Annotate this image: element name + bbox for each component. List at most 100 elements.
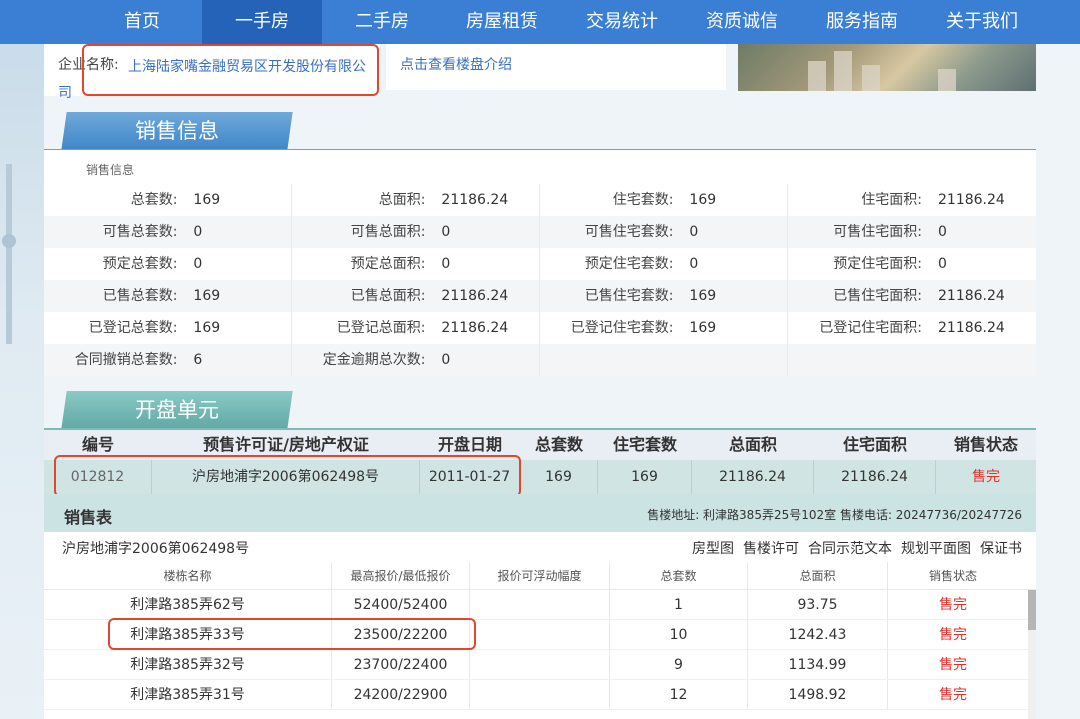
units-tab[interactable]: 开盘单元 — [61, 391, 293, 429]
info-key: 已售住宅面积: — [833, 288, 922, 304]
guarantee-link[interactable]: 保证书 — [980, 538, 1022, 558]
building-name[interactable]: 利津路385弄62号 — [44, 590, 332, 619]
building-name[interactable]: 利津路385弄31号 — [44, 680, 332, 709]
info-cell: 已售总面积: 21186.24 — [292, 280, 540, 312]
info-value — [938, 344, 1036, 376]
info-value: 21186.24 — [938, 288, 1005, 304]
sales-address: 售楼地址: 利津路385弄25号102室 售楼电话: 20247736/2024… — [647, 508, 1022, 522]
info-key — [540, 344, 689, 376]
info-key: 可售住宅面积: — [833, 224, 922, 240]
info-key: 已售总套数: — [102, 288, 178, 304]
project-intro-link[interactable]: 点击查看楼盘介绍 — [400, 54, 512, 74]
sales-permit-link[interactable]: 售楼许可 — [743, 538, 799, 558]
site-plan-link[interactable]: 规划平面图 — [901, 538, 971, 558]
unit-status: 售完 — [972, 469, 1000, 485]
nav-about[interactable]: 关于我们 — [922, 0, 1042, 44]
photo-building — [938, 69, 956, 91]
price-float — [470, 650, 610, 679]
info-cell: 已登记总套数: 169 — [44, 312, 292, 344]
sales-table-header: 销售表 售楼地址: 利津路385弄25号102室 售楼电话: 20247736/… — [44, 494, 1036, 532]
info-value: 21186.24 — [938, 192, 1005, 208]
info-value: 0 — [938, 224, 947, 240]
tower-silhouette — [6, 164, 12, 344]
info-row: 总套数: 169 总面积: 21186.24 住宅套数: 169 住宅面积: 21186… — [44, 184, 1036, 216]
list-scrollbar[interactable] — [1028, 590, 1036, 719]
building-count: 1 — [610, 590, 748, 619]
info-value: 0 — [441, 256, 451, 272]
tower-sphere — [2, 234, 16, 248]
nav-rental[interactable]: 房屋租赁 — [442, 0, 562, 44]
background-decoration — [0, 44, 44, 719]
list-header: 楼栋名称 — [44, 562, 332, 589]
list-header: 总面积 — [748, 562, 888, 589]
list-header: 总套数 — [610, 562, 748, 589]
info-key: 住宅套数: — [612, 192, 674, 208]
info-key: 已售总面积: — [350, 288, 426, 304]
table-row[interactable]: 利津路385弄31号 24200/22900 12 1498.92 售完 — [44, 680, 1036, 710]
info-cell — [540, 344, 788, 376]
info-key: 可售住宅套数: — [584, 224, 674, 240]
sales-table-title: 销售表 — [64, 508, 113, 527]
info-key: 定金逾期总次数: — [322, 352, 426, 368]
price-range: 52400/52400 — [332, 590, 470, 619]
units-header: 住宅套数 — [612, 435, 677, 454]
info-cell: 已登记住宅面积: 21186.24 — [788, 312, 1036, 344]
table-row[interactable]: 利津路385弄62号 52400/52400 1 93.75 售完 — [44, 590, 1036, 620]
project-photo — [738, 44, 1036, 91]
info-value: 6 — [193, 352, 203, 368]
info-row: 已登记总套数: 169 已登记总面积: 21186.24 已登记住宅套数: 169 已… — [44, 312, 1036, 344]
info-key: 已登记总套数: — [88, 320, 178, 336]
nav-credit[interactable]: 资质诚信 — [682, 0, 802, 44]
units-header: 总面积 — [728, 435, 777, 454]
scrollbar-thumb[interactable] — [1028, 590, 1036, 630]
info-key: 预定总面积: — [350, 256, 426, 272]
sales-info-tab[interactable]: 销售信息 — [61, 112, 293, 150]
info-cell: 已售总套数: 169 — [44, 280, 292, 312]
info-key: 总面积: — [378, 192, 426, 208]
price-float — [470, 590, 610, 619]
photo-building — [862, 65, 880, 91]
info-value: 21186.24 — [938, 320, 1005, 336]
unit-total-count: 169 — [520, 460, 598, 494]
info-row: 预定总套数: 0 预定总面积: 0 预定住宅套数: 0 预定住宅面积: 0 — [44, 248, 1036, 280]
highlight-box-unit-row — [54, 455, 521, 497]
info-value: 0 — [193, 224, 203, 240]
unit-residential-count: 169 — [598, 460, 692, 494]
building-count: 10 — [610, 620, 748, 649]
nav-statistics[interactable]: 交易统计 — [562, 0, 682, 44]
highlight-box-enterprise — [82, 44, 379, 96]
building-status: 售完 — [939, 627, 967, 643]
photo-building — [834, 51, 852, 91]
info-value: 21186.24 — [441, 192, 509, 208]
info-key — [788, 344, 938, 376]
info-value: 169 — [193, 288, 221, 304]
nav-second-hand[interactable]: 二手房 — [322, 0, 442, 44]
photo-building — [808, 61, 826, 91]
building-area: 93.75 — [748, 590, 888, 619]
contract-template-link[interactable]: 合同示范文本 — [808, 538, 892, 558]
nav-service-guide[interactable]: 服务指南 — [802, 0, 922, 44]
info-cell: 定金逾期总次数: 0 — [292, 344, 540, 376]
list-header: 最高报价/最低报价 — [332, 562, 470, 589]
info-key: 已售住宅套数: — [584, 288, 674, 304]
building-area: 1242.43 — [748, 620, 888, 649]
table-row[interactable]: 利津路385弄32号 23700/22400 9 1134.99 售完 — [44, 650, 1036, 680]
list-header: 销售状态 — [928, 569, 977, 583]
intro-box: 点击查看楼盘介绍 — [386, 44, 726, 90]
nav-home[interactable]: 首页 — [82, 0, 202, 44]
price-range: 24200/22900 — [332, 680, 470, 709]
info-value: 0 — [441, 352, 451, 368]
info-cell: 可售住宅面积: 0 — [788, 216, 1036, 248]
info-value: 0 — [938, 256, 947, 272]
info-value: 0 — [193, 256, 203, 272]
info-cell: 已登记总面积: 21186.24 — [292, 312, 540, 344]
floor-plan-link[interactable]: 房型图 — [692, 538, 734, 558]
info-row: 合同撤销总套数: 6 定金逾期总次数: 0 — [44, 344, 1036, 376]
building-area: 1134.99 — [748, 650, 888, 679]
price-float — [470, 680, 610, 709]
info-cell: 已售住宅面积: 21186.24 — [788, 280, 1036, 312]
info-value: 169 — [193, 320, 221, 336]
nav-new-house[interactable]: 一手房 — [202, 0, 322, 44]
info-key: 已登记总面积: — [336, 320, 426, 336]
building-name[interactable]: 利津路385弄32号 — [44, 650, 332, 679]
